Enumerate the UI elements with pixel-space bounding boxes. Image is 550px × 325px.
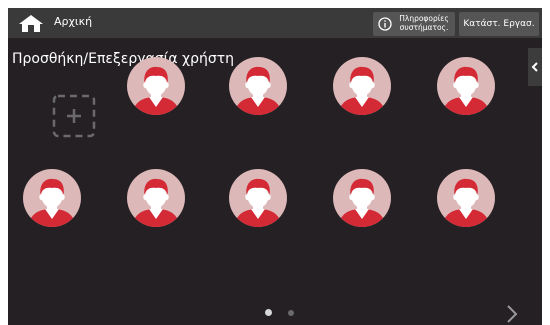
job-status-button[interactable]: Κατάστ. Εργασ. — [459, 12, 539, 36]
home-icon — [19, 15, 43, 32]
user-avatar-icon — [127, 57, 185, 115]
user-tile[interactable] — [23, 169, 81, 227]
page-indicator-1[interactable] — [265, 309, 272, 316]
add-user-icon — [52, 94, 96, 138]
system-info-button[interactable]: Πληροφορίες συστήματος. — [373, 12, 455, 36]
top-bar: Αρχική Πληροφορίες συστήματος. Κατάστ. Ε… — [8, 8, 542, 38]
system-info-label: Πληροφορίες συστήματος. — [399, 14, 449, 32]
user-tile[interactable] — [127, 57, 185, 115]
info-icon — [378, 17, 392, 31]
user-tile[interactable] — [333, 169, 391, 227]
page-title: Προσθήκη/Επεξεργασία χρήστη — [12, 51, 235, 67]
side-panel-toggle[interactable] — [528, 48, 542, 86]
add-user-button[interactable] — [52, 94, 96, 138]
user-tile[interactable] — [127, 169, 185, 227]
home-label: Αρχική — [54, 15, 93, 28]
user-tile[interactable] — [437, 57, 495, 115]
user-tile[interactable] — [333, 57, 391, 115]
user-avatar-icon — [333, 169, 391, 227]
user-avatar-icon — [127, 169, 185, 227]
user-avatar-icon — [333, 57, 391, 115]
chevron-right-icon — [507, 305, 518, 323]
user-avatar-icon — [437, 169, 495, 227]
page-indicator-2[interactable] — [288, 310, 294, 316]
user-tile[interactable] — [437, 169, 495, 227]
next-page-button[interactable] — [502, 303, 522, 325]
user-avatar-icon — [23, 169, 81, 227]
user-avatar-icon — [437, 57, 495, 115]
user-avatar-icon — [229, 169, 287, 227]
user-tile[interactable] — [229, 57, 287, 115]
user-tile[interactable] — [229, 169, 287, 227]
home-button[interactable] — [14, 12, 48, 34]
chevron-left-icon — [531, 62, 538, 72]
user-avatar-icon — [229, 57, 287, 115]
screen: Αρχική Πληροφορίες συστήματος. Κατάστ. Ε… — [8, 8, 542, 325]
